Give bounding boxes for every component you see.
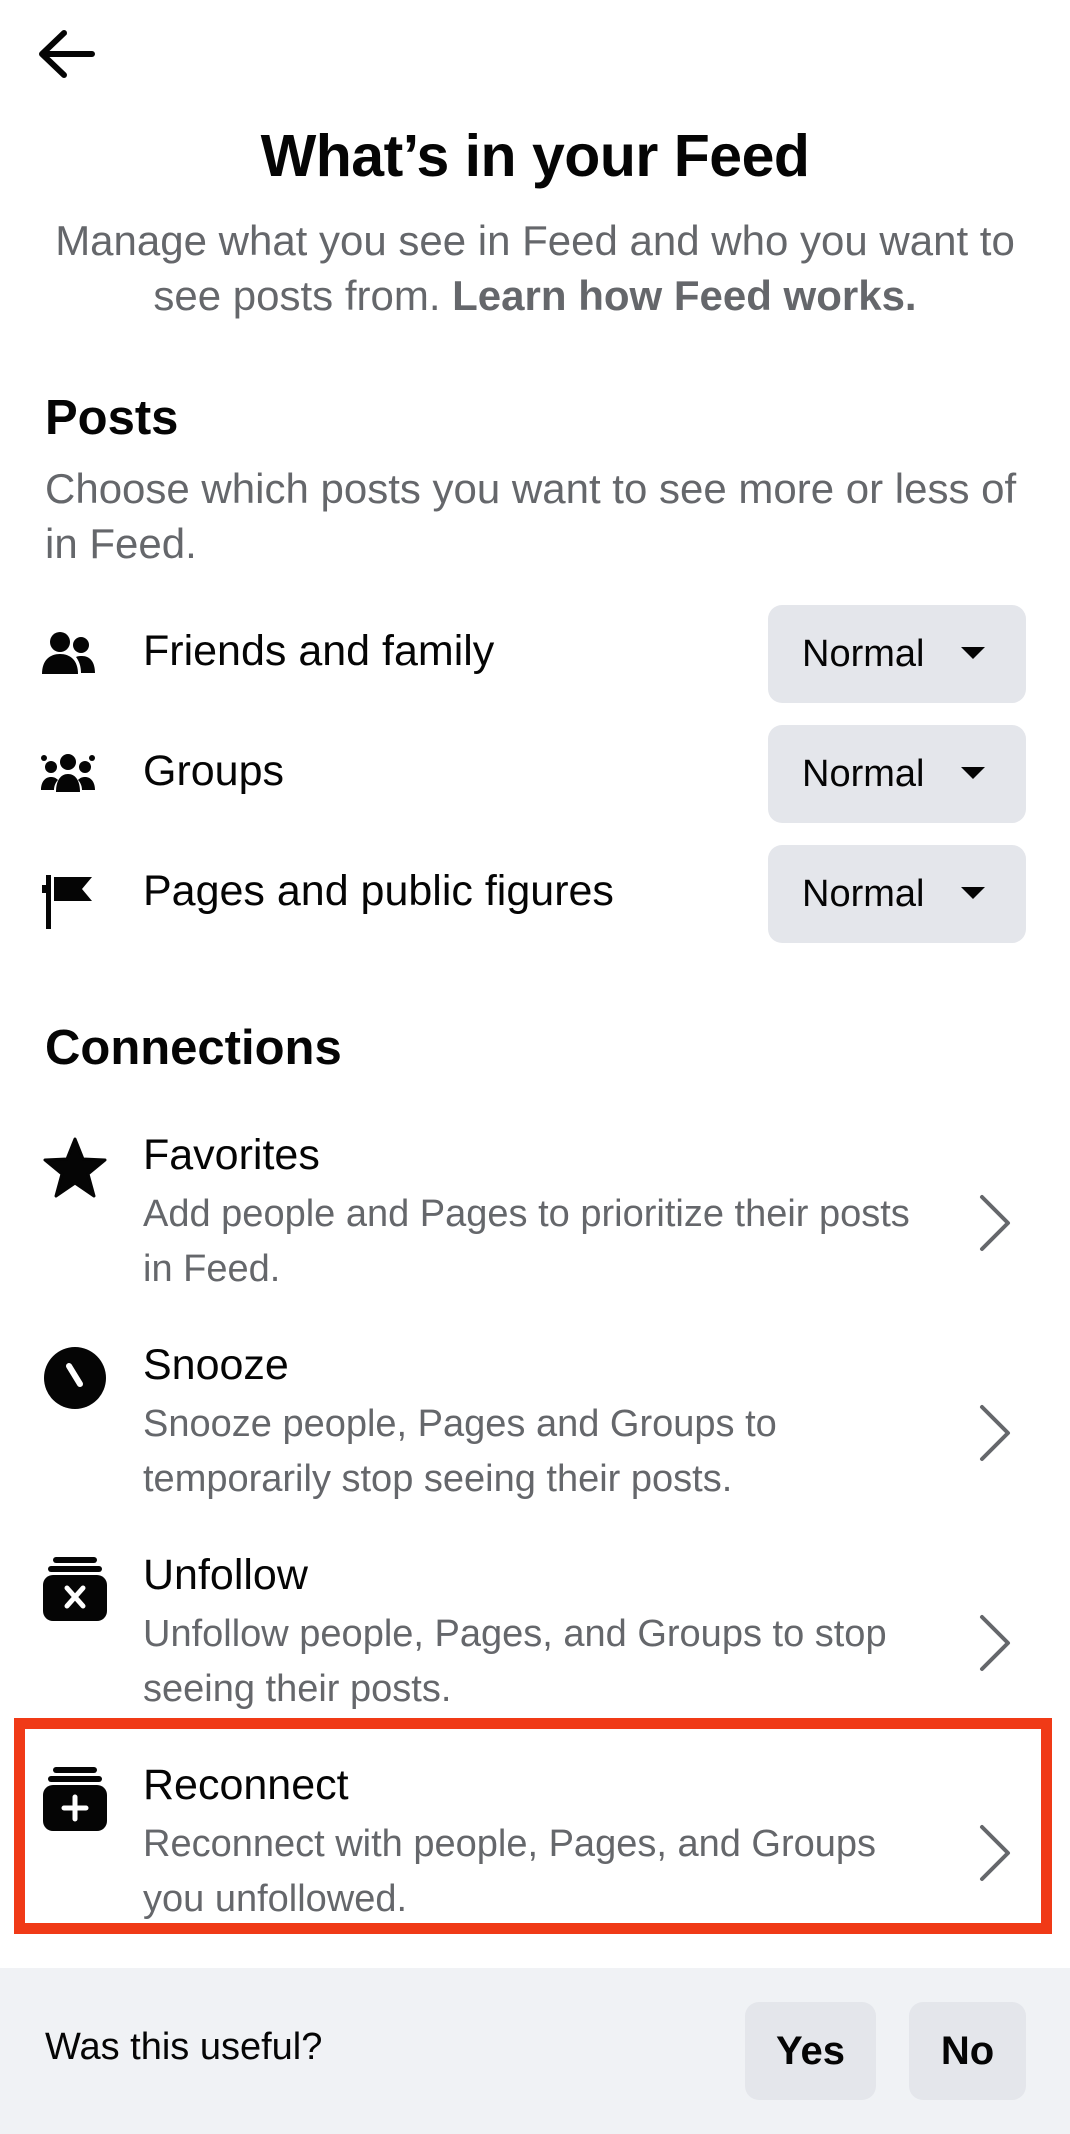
connections-row-unfollow[interactable]: Unfollow Unfollow people, Pages, and Gro… [0,1535,1070,1735]
posts-row-label: Groups [143,747,285,795]
friends-family-dropdown[interactable]: Normal [768,605,1026,703]
posts-section-title: Posts [45,391,179,445]
people-icon [40,629,96,679]
chevron-right-icon [980,1405,1010,1461]
back-button[interactable] [30,18,102,90]
page-subtitle: Manage what you see in Feed and who you … [40,213,1030,323]
yes-button[interactable]: Yes [745,2002,876,2100]
connection-description: Unfollow people, Pages, and Groups to st… [143,1613,887,1710]
posts-row-label: Friends and family [143,627,495,675]
posts-row-friends-family: Friends and family Normal [0,605,1070,703]
page-title: What’s in your Feed [260,123,810,189]
flag-icon [40,869,96,929]
arrow-left-icon [39,30,95,78]
feedback-bar: Was this useful? Yes No [0,1968,1070,2134]
connections-row-favorites[interactable]: Favorites Add people and Pages to priori… [0,1115,1070,1315]
chevron-right-icon [980,1615,1010,1671]
star-icon [42,1135,108,1201]
clock-icon [42,1345,108,1411]
connections-section-title: Connections [45,1021,342,1075]
posts-row-groups: Groups Normal [0,725,1070,823]
dropdown-value: Normal [802,753,925,795]
connection-description: Snooze people, Pages and Groups to tempo… [143,1403,777,1500]
no-button[interactable]: No [909,2002,1026,2100]
connection-description: Add people and Pages to prioritize their… [143,1193,910,1290]
caret-down-icon [961,647,985,659]
learn-how-feed-works-link[interactable]: Learn how Feed works. [452,272,916,319]
connections-row-snooze[interactable]: Snooze Snooze people, Pages and Groups t… [0,1325,1070,1525]
posts-row-label: Pages and public figures [143,867,614,915]
pages-public-figures-dropdown[interactable]: Normal [768,845,1026,943]
connection-title: Unfollow [143,1551,308,1599]
feedback-question: Was this useful? [45,2026,323,2068]
posts-row-pages-public-figures: Pages and public figures Normal [0,845,1070,943]
caret-down-icon [961,887,985,899]
unfollow-icon [42,1555,108,1621]
caret-down-icon [961,767,985,779]
groups-dropdown[interactable]: Normal [768,725,1026,823]
dropdown-value: Normal [802,633,925,675]
connection-title: Favorites [143,1131,320,1179]
posts-section-description: Choose which posts you want to see more … [45,465,1017,567]
connection-title: Snooze [143,1341,289,1389]
group-icon [40,749,96,799]
dropdown-value: Normal [802,873,925,915]
reconnect-highlight-box [14,1718,1052,1934]
chevron-right-icon [980,1195,1010,1251]
